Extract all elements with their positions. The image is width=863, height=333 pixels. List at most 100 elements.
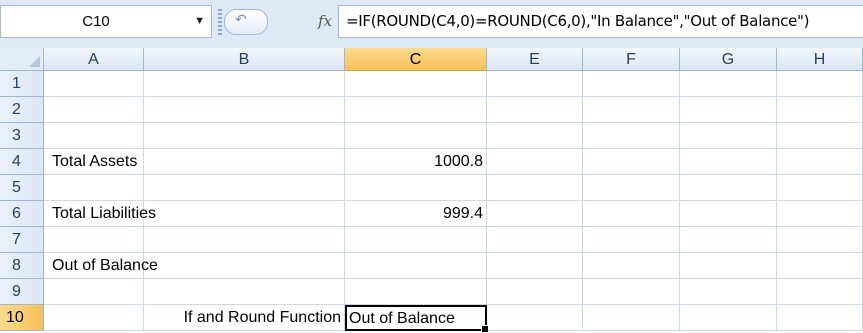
grid-cell[interactable]: [777, 149, 863, 175]
cancel-icon: ↶: [235, 11, 247, 27]
grid-cell[interactable]: [583, 253, 680, 279]
grid-cell[interactable]: [44, 227, 144, 253]
grid-cell[interactable]: [487, 201, 583, 227]
grid-cell[interactable]: [44, 97, 144, 123]
cell-c4[interactable]: 1000.8: [345, 149, 483, 175]
grid-cell[interactable]: [583, 97, 680, 123]
row-header-9[interactable]: 9: [0, 279, 44, 305]
grid-cell[interactable]: [777, 201, 863, 227]
row-header-3[interactable]: 3: [0, 123, 44, 149]
resize-grip[interactable]: [218, 9, 222, 35]
grid-cell[interactable]: [777, 71, 863, 97]
grid-cell[interactable]: [583, 149, 680, 175]
name-box-value: C10: [82, 13, 110, 30]
grid-cell[interactable]: [583, 71, 680, 97]
column-header-h[interactable]: H: [777, 48, 863, 71]
row-header-1[interactable]: 1: [0, 71, 44, 97]
column-header-f[interactable]: F: [583, 48, 680, 71]
grid-cell[interactable]: [44, 71, 144, 97]
grid-cell[interactable]: [680, 253, 777, 279]
grid-cell[interactable]: [583, 123, 680, 149]
grid-cell[interactable]: [144, 201, 345, 227]
row-header-2[interactable]: 2: [0, 97, 44, 123]
name-box-dropdown-icon[interactable]: ▼: [194, 6, 205, 37]
select-all-icon: [29, 56, 40, 67]
grid-cell[interactable]: [680, 97, 777, 123]
grid-cell[interactable]: [583, 175, 680, 201]
grid-cell[interactable]: [583, 305, 680, 331]
grid-cell[interactable]: [44, 305, 144, 331]
grid-cell[interactable]: [777, 305, 863, 331]
grid-cell[interactable]: [144, 227, 345, 253]
grid-cell[interactable]: [583, 227, 680, 253]
name-box[interactable]: C10 ▼: [0, 5, 212, 38]
grid-cell[interactable]: [583, 279, 680, 305]
grid-cell[interactable]: [777, 253, 863, 279]
grid-cell[interactable]: [44, 175, 144, 201]
cell-a4[interactable]: Total Assets: [52, 149, 137, 175]
column-header-e[interactable]: E: [487, 48, 583, 71]
grid-cell[interactable]: [680, 201, 777, 227]
grid-cell[interactable]: [487, 71, 583, 97]
grid-cell[interactable]: [144, 149, 345, 175]
formula-input[interactable]: =IF(ROUND(C4,0)=ROUND(C6,0),"In Balance"…: [338, 5, 863, 38]
grid-cell[interactable]: [144, 97, 345, 123]
grid-cell[interactable]: [487, 305, 583, 331]
row-header-10[interactable]: 10: [0, 305, 44, 331]
grid-cell[interactable]: [680, 71, 777, 97]
grid-cell[interactable]: [144, 123, 345, 149]
cell-c6[interactable]: 999.4: [345, 201, 483, 227]
cell-a6[interactable]: Total Liabilities: [52, 201, 156, 227]
fill-handle[interactable]: [481, 325, 489, 333]
grid-cell[interactable]: [777, 175, 863, 201]
grid-cell[interactable]: [487, 279, 583, 305]
grid-cell[interactable]: [583, 201, 680, 227]
grid-cell[interactable]: [44, 279, 144, 305]
grid-cell[interactable]: [345, 227, 487, 253]
cell-b10[interactable]: If and Round Function: [144, 305, 341, 331]
grid-cell[interactable]: [777, 123, 863, 149]
grid-cell[interactable]: [777, 279, 863, 305]
row-header-4[interactable]: 4: [0, 149, 44, 175]
column-header-g[interactable]: G: [680, 48, 777, 71]
grid-cell[interactable]: [144, 71, 345, 97]
grid-cell[interactable]: [680, 305, 777, 331]
row-header-8[interactable]: 8: [0, 253, 44, 279]
grid-cell[interactable]: [345, 123, 487, 149]
column-header-b[interactable]: B: [144, 48, 345, 71]
cell-a8[interactable]: Out of Balance: [52, 253, 158, 279]
column-header-c[interactable]: C: [345, 48, 487, 71]
grid-cell[interactable]: [487, 97, 583, 123]
grid-cell[interactable]: [680, 227, 777, 253]
row-header-6[interactable]: 6: [0, 201, 44, 227]
active-cell-c10[interactable]: Out of Balance: [345, 305, 489, 333]
grid-cell[interactable]: [487, 227, 583, 253]
grid-cell[interactable]: [44, 123, 144, 149]
grid-cell[interactable]: [345, 175, 487, 201]
grid-cell[interactable]: [680, 149, 777, 175]
row-header-7[interactable]: 7: [0, 227, 44, 253]
formula-text: =IF(ROUND(C4,0)=ROUND(C6,0),"In Balance"…: [346, 12, 810, 30]
grid-cell[interactable]: [345, 97, 487, 123]
grid-cell[interactable]: [345, 71, 487, 97]
row-header-5[interactable]: 5: [0, 175, 44, 201]
grid-cell[interactable]: [680, 279, 777, 305]
grid-cell[interactable]: [680, 123, 777, 149]
formula-bar: C10 ▼ ↶ fx =IF(ROUND(C4,0)=ROUND(C6,0),"…: [0, 0, 863, 49]
grid-cell[interactable]: [144, 279, 345, 305]
grid-cell[interactable]: [487, 253, 583, 279]
grid-cell[interactable]: [144, 253, 345, 279]
grid-cell[interactable]: [487, 149, 583, 175]
grid-cell[interactable]: [345, 279, 487, 305]
grid-cell[interactable]: [487, 123, 583, 149]
grid-cell[interactable]: [777, 97, 863, 123]
grid-cell[interactable]: [777, 227, 863, 253]
column-header-a[interactable]: A: [44, 48, 144, 71]
grid-cell[interactable]: [680, 175, 777, 201]
select-all-button[interactable]: [0, 48, 44, 71]
formula-bar-controls[interactable]: ↶: [224, 9, 268, 35]
grid-cell[interactable]: [144, 175, 345, 201]
insert-function-icon[interactable]: fx: [318, 4, 332, 38]
grid-cell[interactable]: [487, 175, 583, 201]
grid-cell[interactable]: [345, 253, 487, 279]
